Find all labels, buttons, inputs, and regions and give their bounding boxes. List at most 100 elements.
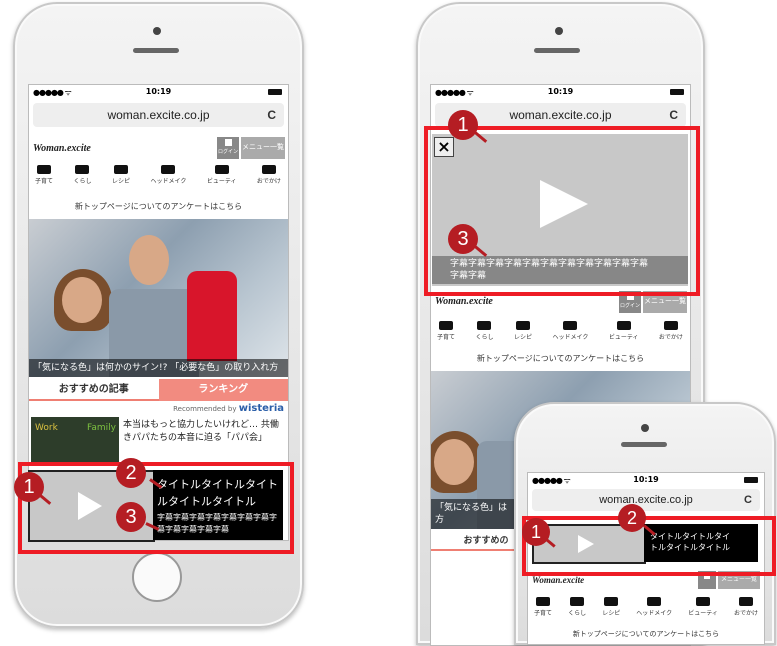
category-item[interactable]: ビューティ bbox=[609, 321, 638, 341]
hero-caption-short: 「気になる色」は bbox=[435, 503, 508, 513]
category-item[interactable]: おでかけ bbox=[659, 321, 683, 341]
subtitle-line2: 字幕字幕 bbox=[450, 271, 487, 281]
category-label: くらし bbox=[568, 611, 587, 617]
hero-image[interactable]: 「気になる色」は何かのサイン!? 「必要な色」の取り入れ方 bbox=[29, 219, 288, 377]
status-time-b: 10:19 bbox=[547, 87, 574, 96]
video-title-c2: トルタイトルタイトル bbox=[650, 543, 730, 552]
video-info-panel-a: タイトルタイトルタイトルタイトルタイトル 字幕字幕字幕字幕字幕字幕字幕字幕字幕字… bbox=[153, 470, 283, 540]
battery-icon-b bbox=[670, 89, 684, 95]
recommended-by: Recommended by wisteria bbox=[173, 403, 284, 414]
status-bar-c: ●●●●● ᯤ 10:19 bbox=[528, 473, 764, 487]
status-time-c: 10:19 bbox=[633, 475, 659, 484]
category-item[interactable]: ヘッドメイク bbox=[636, 597, 672, 617]
article-thumbnail[interactable]: Work Family bbox=[31, 417, 119, 463]
badge-one-c: 1 bbox=[522, 518, 550, 546]
survey-notice[interactable]: 新トップページについてのアンケートはこちら bbox=[29, 201, 288, 212]
category-nav-c: 子育て くらし レシピ ヘッドメイク ビューティ おでかけ bbox=[534, 597, 758, 617]
survey-notice-b[interactable]: 新トップページについてのアンケートはこちら bbox=[431, 353, 690, 364]
category-item[interactable]: ビューティ bbox=[688, 597, 718, 617]
category-label: ヘッドメイク bbox=[552, 335, 589, 341]
category-item[interactable]: レシピ bbox=[514, 321, 532, 341]
login-button[interactable]: ログイン bbox=[217, 137, 239, 159]
status-time: 10:19 bbox=[145, 87, 172, 96]
category-item[interactable]: ヘッドメイク bbox=[150, 165, 186, 185]
category-nav-b: 子育て くらし レシピ ヘッドメイク ビューティ おでかけ bbox=[437, 321, 683, 341]
red-dress bbox=[187, 271, 237, 361]
article-title[interactable]: 本当はもっと協力したいけれど… 共働きパパたちの本音に迫る「パパ会」 bbox=[123, 419, 283, 461]
category-icon bbox=[515, 321, 530, 330]
survey-notice-c[interactable]: 新トップページについてのアンケートはこちら bbox=[528, 629, 764, 639]
url-text: woman.excite.co.jp bbox=[107, 108, 210, 122]
tab-ranking[interactable]: ランキング bbox=[158, 379, 288, 401]
category-item[interactable]: くらし bbox=[568, 597, 586, 617]
url-text-c: woman.excite.co.jp bbox=[599, 494, 693, 506]
url-bar-c[interactable]: woman.excite.co.jp C bbox=[532, 489, 760, 511]
category-label: くらし bbox=[475, 335, 494, 341]
speaker-grille-b bbox=[534, 48, 580, 53]
battery-icon bbox=[268, 89, 282, 95]
category-item[interactable]: 子育て bbox=[534, 597, 552, 617]
category-icon bbox=[37, 165, 51, 174]
login-label-b: ログイン bbox=[619, 303, 640, 309]
play-icon[interactable] bbox=[78, 492, 102, 520]
category-icon bbox=[563, 321, 578, 330]
category-icon bbox=[161, 165, 176, 174]
category-label: ビューティ bbox=[206, 179, 237, 185]
woman-head-b bbox=[434, 439, 474, 485]
category-item[interactable]: くらし bbox=[73, 165, 92, 185]
wisteria-logo: wisteria bbox=[238, 403, 284, 414]
play-icon-c[interactable] bbox=[578, 535, 594, 553]
site-logo[interactable]: Woman.excite bbox=[33, 143, 91, 154]
recommended-by-label: Recommended by bbox=[173, 405, 237, 413]
site-logo-c[interactable]: Woman.excite bbox=[532, 575, 584, 585]
reload-icon[interactable]: C bbox=[267, 108, 276, 122]
category-item[interactable]: くらし bbox=[475, 321, 494, 341]
category-item[interactable]: おでかけ bbox=[734, 597, 758, 617]
url-bar[interactable]: woman.excite.co.jp C bbox=[33, 103, 284, 127]
category-label: おでかけ bbox=[658, 335, 683, 341]
status-bar: ●●●●● ᯤ 10:19 bbox=[29, 85, 288, 99]
tab-recommended[interactable]: おすすめの記事 bbox=[29, 379, 159, 401]
category-nav: 子育て くらし レシピ ヘッドメイク ビューティ おでかけ bbox=[35, 165, 281, 185]
badge-one-b: 1 bbox=[448, 110, 478, 140]
menu-button[interactable]: メニュー一覧 bbox=[241, 137, 285, 159]
site-logo-b[interactable]: Woman.excite bbox=[435, 296, 493, 307]
reload-icon-c[interactable]: C bbox=[744, 494, 752, 506]
subtitle-line1: 字幕字幕字幕字幕字幕字幕字幕字幕字幕字幕字幕 bbox=[450, 259, 649, 269]
menu-label: メニュー一覧 bbox=[242, 144, 284, 151]
woman-head bbox=[62, 277, 102, 323]
video-subtitle: 字幕字幕字幕字幕字幕字幕字幕字幕字幕字幕字幕字幕 bbox=[157, 513, 277, 534]
category-label: 子育て bbox=[534, 611, 553, 617]
status-bar-b: ●●●●● ᯤ 10:19 bbox=[431, 85, 690, 99]
category-icon bbox=[439, 321, 453, 330]
category-icon bbox=[570, 597, 585, 606]
man-head bbox=[129, 235, 169, 285]
category-item[interactable]: レシピ bbox=[602, 597, 620, 617]
category-item[interactable]: レシピ bbox=[112, 165, 130, 185]
play-icon-b[interactable] bbox=[540, 180, 588, 228]
category-icon bbox=[75, 165, 90, 174]
lock-icon bbox=[224, 139, 232, 146]
home-button[interactable] bbox=[132, 552, 182, 602]
category-item[interactable]: 子育て bbox=[437, 321, 455, 341]
category-icon bbox=[214, 165, 229, 174]
large-video-player-b[interactable]: × 字幕字幕字幕字幕字幕字幕字幕字幕字幕字幕字幕 字幕字幕 bbox=[432, 134, 688, 286]
speaker-grille-c bbox=[621, 442, 667, 447]
category-label: 子育て bbox=[35, 179, 54, 185]
close-icon[interactable]: × bbox=[434, 137, 454, 157]
category-label: くらし bbox=[73, 179, 92, 185]
badge-three-b: 3 bbox=[448, 224, 478, 254]
category-icon bbox=[696, 597, 711, 606]
front-camera bbox=[153, 27, 161, 35]
category-item[interactable]: ビューティ bbox=[206, 165, 237, 185]
thumb-work: Work bbox=[35, 423, 58, 433]
category-label: レシピ bbox=[602, 611, 621, 617]
category-item[interactable]: 子育て bbox=[35, 165, 53, 185]
menu-label-c: メニュー一覧 bbox=[720, 577, 757, 583]
category-icon bbox=[604, 597, 619, 606]
category-label: ヘッドメイク bbox=[636, 611, 673, 617]
category-item[interactable]: おでかけ bbox=[257, 165, 281, 185]
video-title-c1: タイトルタイトルタイ bbox=[650, 532, 730, 541]
category-item[interactable]: ヘッドメイク bbox=[552, 321, 588, 341]
reload-icon-b[interactable]: C bbox=[669, 108, 678, 122]
